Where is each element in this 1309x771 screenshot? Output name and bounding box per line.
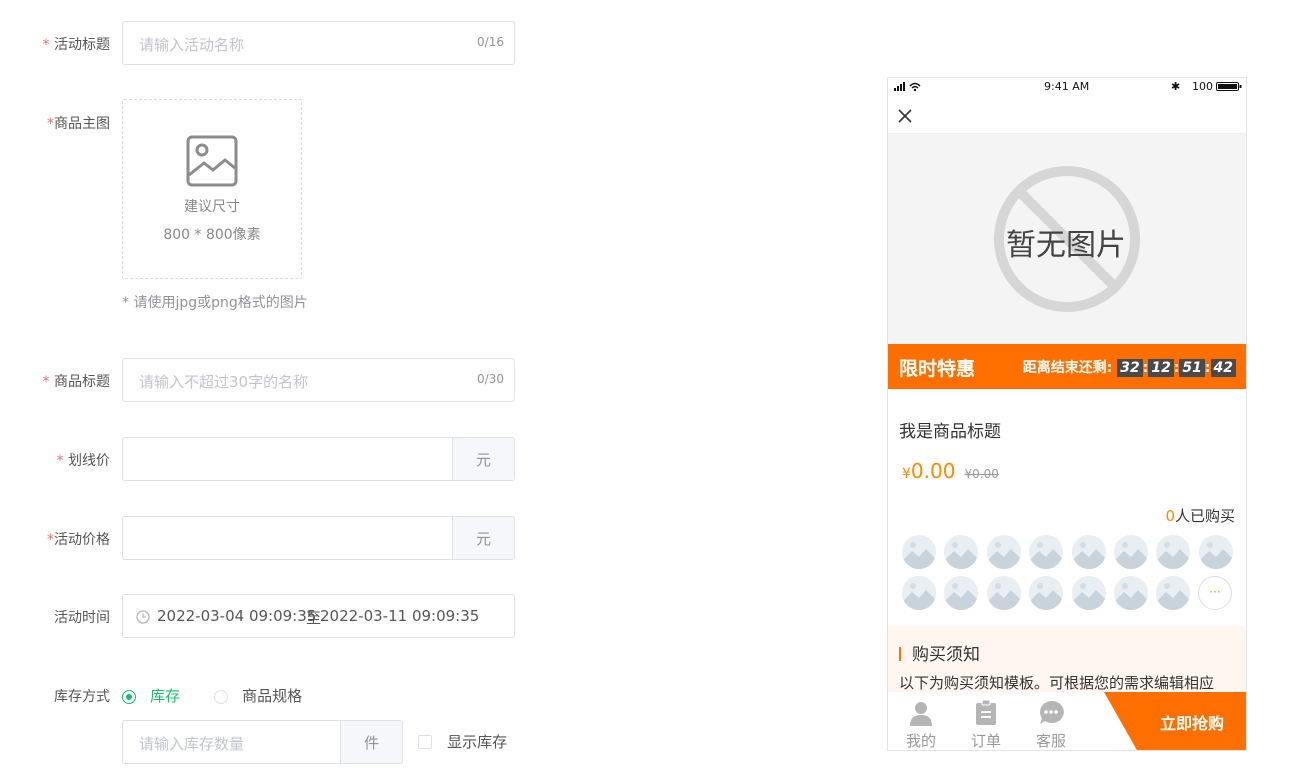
yuan-addon: 元: [452, 438, 514, 480]
image-icon: [186, 135, 238, 187]
upload-pixel-hint: 800 * 800像素: [163, 227, 261, 243]
buyer-avatar: [986, 535, 1021, 569]
product-title-label: * 商品标题: [42, 374, 110, 390]
activity-time-label: 活动时间: [54, 610, 110, 626]
buyer-avatar: [1029, 576, 1064, 610]
tab-service[interactable]: 客服: [1032, 700, 1070, 750]
battery-icon: [1216, 82, 1242, 91]
buyer-avatar: [1029, 535, 1064, 569]
buyer-avatar: [902, 535, 936, 569]
char-count: 0/30: [477, 372, 504, 386]
buyer-avatar: [1156, 535, 1191, 569]
date-separator: 至: [306, 609, 322, 627]
clipboard-icon: [976, 699, 996, 725]
buyers-count: 0人已购买: [1165, 507, 1235, 525]
piece-addon: 件: [340, 721, 402, 763]
activity-price-input[interactable]: 元: [122, 516, 515, 560]
currency-symbol: ¥: [902, 466, 911, 482]
strike-price-label: * 划线价: [56, 453, 110, 469]
countdown: 距离结束还剩: 32:12:51:42: [1023, 357, 1236, 377]
product-title: 我是商品标题: [899, 422, 1001, 442]
char-count: 0/16: [477, 35, 504, 49]
tab-orders[interactable]: 订单: [967, 699, 1005, 750]
user-icon: [910, 702, 932, 726]
bottom-tab-bar: 我的 订单 客服 立即抢购: [888, 692, 1246, 750]
radio-stock[interactable]: 库存: [122, 685, 180, 706]
countdown-ms: 42: [1210, 359, 1236, 377]
strike-price-input[interactable]: 元: [122, 437, 515, 481]
yuan-addon: 元: [452, 517, 514, 559]
countdown-minutes: 12: [1148, 359, 1174, 377]
buyer-avatar: [902, 576, 936, 610]
date-start[interactable]: 2022-03-04 09:09:35: [157, 607, 316, 625]
price-value: 0.00: [910, 459, 956, 483]
battery-level: 100: [1192, 80, 1213, 93]
buyer-avatar: [1156, 576, 1191, 610]
stock-mode-label: 库存方式: [54, 689, 110, 705]
buyer-avatar: [1114, 535, 1148, 569]
chat-icon: [1040, 700, 1064, 724]
main-image-label: *商品主图: [47, 116, 110, 132]
notice-text: 以下为购买须知模板。可根据您的需求编辑相应: [899, 674, 1215, 692]
buyer-avatar: [1071, 535, 1106, 569]
buyer-avatar: [1071, 576, 1106, 610]
signal-icon: [894, 82, 921, 92]
bluetooth-icon: ✱: [1171, 80, 1181, 93]
buyer-avatar: [944, 535, 979, 569]
original-price: ¥0.00: [964, 467, 999, 481]
countdown-label: 距离结束还剩:: [1022, 360, 1113, 376]
no-image-text: 暂无图片: [1006, 228, 1126, 263]
buyer-avatar: [1114, 576, 1148, 610]
show-stock-checkbox[interactable]: 显示库存: [418, 731, 507, 752]
countdown-seconds: 51: [1179, 359, 1205, 377]
buy-now-button[interactable]: 立即抢购: [1104, 692, 1246, 750]
date-end[interactable]: 2022-03-11 09:09:35: [320, 607, 479, 625]
radio-dot: [214, 689, 228, 704]
date-range-picker[interactable]: 2022-03-04 09:09:35 至 2022-03-11 09:09:3…: [122, 594, 515, 638]
flash-sale-title: 限时特惠: [899, 358, 976, 380]
countdown-hours: 32: [1117, 359, 1143, 377]
notice-title: 购买须知: [912, 645, 980, 665]
required-mark: *: [42, 37, 50, 53]
close-icon[interactable]: [898, 109, 912, 123]
image-format-note: * 请使用jpg或png格式的图片: [122, 295, 308, 311]
status-time: 9:41 AM: [1044, 80, 1090, 93]
buyer-avatar: [986, 576, 1021, 610]
price-row: ¥0.00 ¥0.00: [902, 459, 999, 483]
buyer-avatar: [944, 576, 979, 610]
more-buyers-button[interactable]: ···: [1198, 576, 1232, 610]
upload-size-hint: 建议尺寸: [184, 199, 240, 215]
activity-title-input[interactable]: 请输入活动名称 0/16: [122, 21, 515, 65]
activity-title-label: * 活动标题: [42, 37, 110, 53]
activity-price-label: *活动价格: [47, 532, 110, 548]
purchase-notice: 购买须知 以下为购买须知模板。可根据您的需求编辑相应: [888, 626, 1246, 698]
mobile-preview: 9:41 AM ✱ 100 暂无图片 限时特惠 距离结束还剩: 32:12:51…: [887, 77, 1247, 751]
no-image-placeholder: 暂无图片: [888, 134, 1246, 344]
tab-mine[interactable]: 我的: [902, 700, 940, 750]
activity-title-placeholder: 请输入活动名称: [139, 36, 245, 54]
checkbox-box: [418, 734, 432, 749]
radio-spec[interactable]: 商品规格: [214, 685, 302, 706]
status-bar: 9:41 AM ✱ 100: [888, 78, 1246, 98]
notice-accent-bar: [899, 647, 901, 661]
product-title-input[interactable]: 请输入不超过30字的名称 0/30: [122, 358, 515, 402]
radio-dot: [122, 689, 136, 704]
image-upload[interactable]: 建议尺寸 800 * 800像素: [122, 99, 302, 279]
stock-qty-input[interactable]: 请输入库存数量 件: [122, 720, 403, 764]
flash-sale-bar: 限时特惠 距离结束还剩: 32:12:51:42: [888, 344, 1246, 389]
clock-icon: [136, 610, 150, 624]
buyer-avatar: [1198, 535, 1233, 569]
